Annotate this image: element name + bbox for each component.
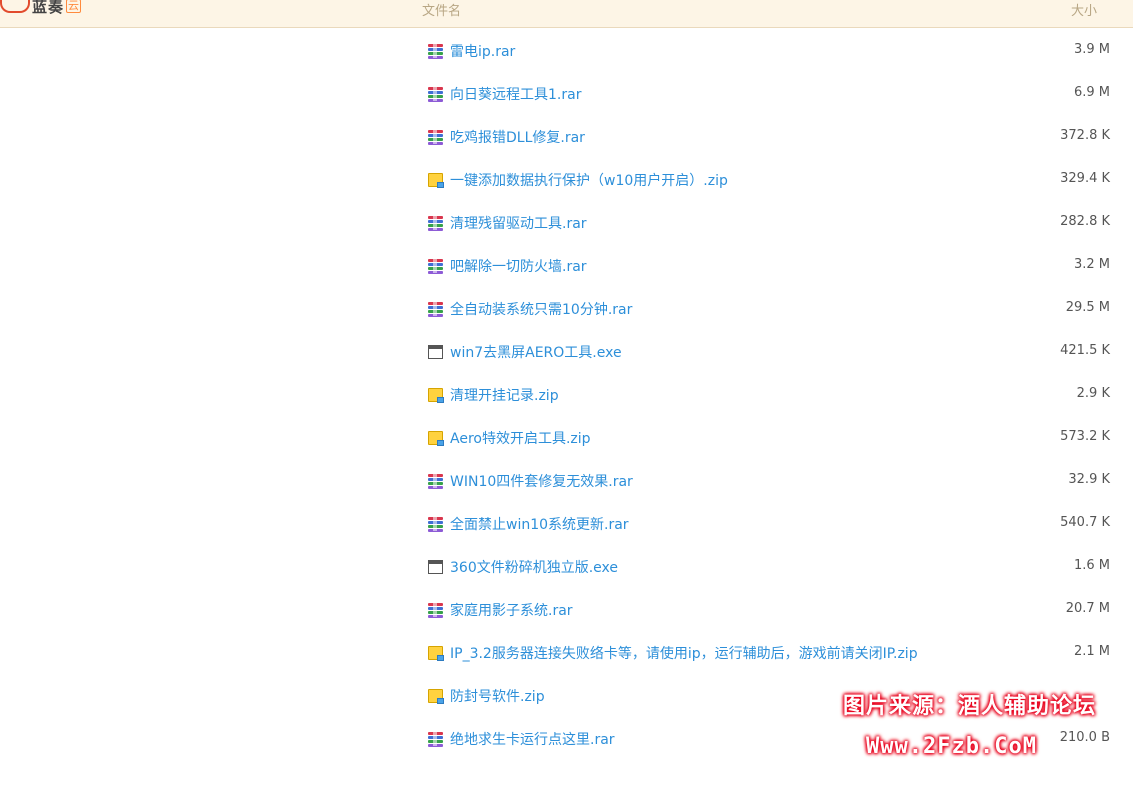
file-name-link[interactable]: 一键添加数据执行保护（w10用户开启）.zip bbox=[450, 170, 728, 190]
file-name-link[interactable]: 吃鸡报错DLL修复.rar bbox=[450, 127, 585, 147]
file-row[interactable]: 向日葵远程工具1.rar 6.9 M bbox=[0, 71, 1133, 114]
file-row[interactable]: 360文件粉碎机独立版.exe 1.6 M bbox=[0, 544, 1133, 587]
file-name-link[interactable]: IP_3.2服务器连接失败络卡等，请使用ip，运行辅助后，游戏前请关闭IP.zi… bbox=[450, 643, 918, 663]
file-size: 573.2 K bbox=[1060, 429, 1110, 444]
logo-badge: 云 bbox=[66, 0, 82, 13]
file-name-link[interactable]: 向日葵远程工具1.rar bbox=[450, 84, 581, 104]
lanzou-logo[interactable]: 蓝奏 云 bbox=[0, 0, 82, 18]
file-name-link[interactable]: Aero特效开启工具.zip bbox=[450, 428, 591, 448]
column-header-size: 大小 bbox=[1071, 4, 1098, 19]
archive-zip-icon bbox=[428, 388, 444, 403]
archive-rar-icon bbox=[428, 602, 443, 618]
file-row[interactable]: win7去黑屏AERO工具.exe 421.5 K bbox=[0, 329, 1133, 372]
file-name-link[interactable]: 360文件粉碎机独立版.exe bbox=[450, 557, 618, 577]
file-size: 2.9 K bbox=[1076, 386, 1110, 401]
file-name-link[interactable]: 雷电ip.rar bbox=[450, 41, 515, 61]
file-row[interactable]: WIN10四件套修复无效果.rar 32.9 K bbox=[0, 458, 1133, 501]
file-size: 210.0 B bbox=[1059, 730, 1110, 745]
file-row[interactable]: 全自动装系统只需10分钟.rar 29.5 M bbox=[0, 286, 1133, 329]
archive-rar-icon bbox=[428, 301, 443, 317]
file-name-link[interactable]: 家庭用影子系统.rar bbox=[450, 600, 573, 620]
file-size: 372.8 K bbox=[1060, 128, 1110, 143]
archive-rar-icon bbox=[428, 473, 443, 489]
file-name-link[interactable]: 防封号软件.zip bbox=[450, 686, 545, 706]
file-row[interactable]: 清理开挂记录.zip 2.9 K bbox=[0, 372, 1133, 415]
watermark-source-text: 图片来源：酒人辅助论坛 bbox=[843, 694, 1097, 719]
file-name-link[interactable]: 清理开挂记录.zip bbox=[450, 385, 559, 405]
file-name-link[interactable]: 清理残留驱动工具.rar bbox=[450, 213, 587, 233]
archive-zip-icon bbox=[428, 646, 444, 661]
file-size: 6.9 M bbox=[1073, 85, 1110, 100]
file-row[interactable]: 吧解除一切防火墙.rar 3.2 M bbox=[0, 243, 1133, 286]
file-list-header: 蓝奏 云 文件名 大小 bbox=[0, 0, 1133, 28]
file-size: 29.5 M bbox=[1065, 300, 1110, 315]
file-name-link[interactable]: 全自动装系统只需10分钟.rar bbox=[450, 299, 632, 319]
archive-zip-icon bbox=[428, 431, 444, 446]
archive-rar-icon bbox=[428, 731, 443, 747]
file-name-link[interactable]: win7去黑屏AERO工具.exe bbox=[450, 342, 622, 362]
column-header-filename: 文件名 bbox=[422, 4, 462, 19]
file-size: 1.6 M bbox=[1073, 558, 1110, 573]
file-size: 20.7 M bbox=[1065, 601, 1110, 616]
archive-rar-icon bbox=[428, 516, 443, 532]
archive-rar-icon bbox=[428, 86, 443, 102]
file-name-link[interactable]: WIN10四件套修复无效果.rar bbox=[450, 471, 633, 491]
file-row[interactable]: 吃鸡报错DLL修复.rar 372.8 K bbox=[0, 114, 1133, 157]
archive-rar-icon bbox=[428, 43, 443, 59]
watermark-url-text: Www.2Fzb.CoM bbox=[866, 734, 1037, 759]
cloud-logo-icon bbox=[0, 0, 30, 13]
archive-zip-icon bbox=[428, 173, 444, 188]
file-row[interactable]: 雷电ip.rar 3.9 M bbox=[0, 28, 1133, 71]
executable-icon bbox=[428, 560, 443, 574]
archive-zip-icon bbox=[428, 689, 444, 704]
file-size: 3.2 M bbox=[1073, 257, 1110, 272]
file-name-link[interactable]: 绝地求生卡运行点这里.rar bbox=[450, 729, 615, 749]
file-size: 421.5 K bbox=[1060, 343, 1110, 358]
file-name-link[interactable]: 吧解除一切防火墙.rar bbox=[450, 256, 587, 276]
file-row[interactable]: Aero特效开启工具.zip 573.2 K bbox=[0, 415, 1133, 458]
file-row[interactable]: 清理残留驱动工具.rar 282.8 K bbox=[0, 200, 1133, 243]
archive-rar-icon bbox=[428, 215, 443, 231]
logo-text: 蓝奏 bbox=[32, 0, 65, 16]
file-row[interactable]: 全面禁止win10系统更新.rar 540.7 K bbox=[0, 501, 1133, 544]
file-size: 3.9 M bbox=[1073, 42, 1110, 57]
file-size: 2.1 M bbox=[1073, 644, 1110, 659]
file-row[interactable]: 一键添加数据执行保护（w10用户开启）.zip 329.4 K bbox=[0, 157, 1133, 200]
file-size: 32.9 K bbox=[1068, 472, 1110, 487]
executable-icon bbox=[428, 345, 443, 359]
file-row[interactable]: 家庭用影子系统.rar 20.7 M bbox=[0, 587, 1133, 630]
file-size: 329.4 K bbox=[1060, 171, 1110, 186]
archive-rar-icon bbox=[428, 129, 443, 145]
file-name-link[interactable]: 全面禁止win10系统更新.rar bbox=[450, 514, 629, 534]
file-size: 282.8 K bbox=[1060, 214, 1110, 229]
file-size: 540.7 K bbox=[1060, 515, 1110, 530]
file-row[interactable]: IP_3.2服务器连接失败络卡等，请使用ip，运行辅助后，游戏前请关闭IP.zi… bbox=[0, 630, 1133, 673]
archive-rar-icon bbox=[428, 258, 443, 274]
